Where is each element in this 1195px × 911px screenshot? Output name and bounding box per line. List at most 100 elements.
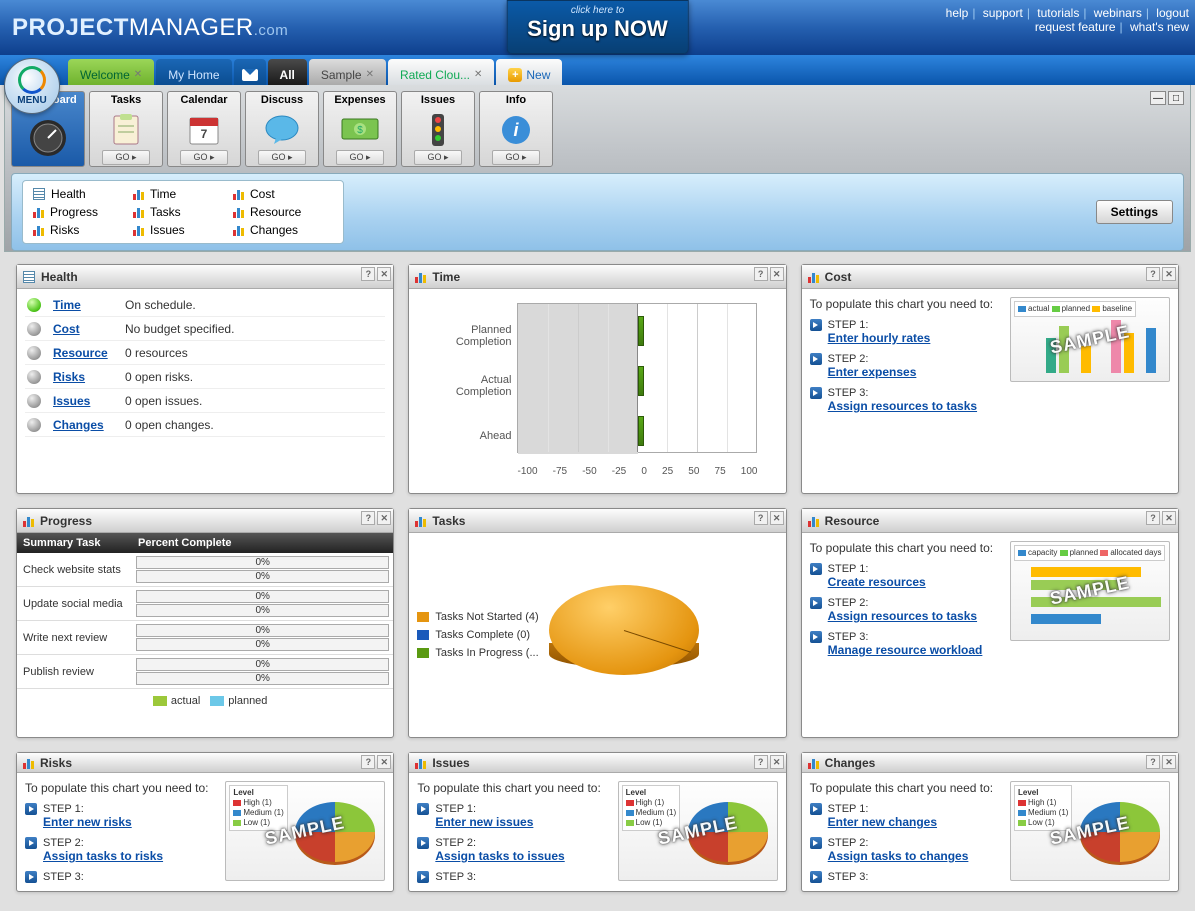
axis-label: Actual Completion [427,361,517,411]
go-button[interactable]: GO ▸ [492,150,539,165]
close-icon[interactable]: ✕ [770,511,784,525]
bar-actual [638,366,644,396]
link-enter-hourly-rates[interactable]: Enter hourly rates [828,331,931,345]
close-icon[interactable]: ✕ [474,69,482,80]
tab-welcome[interactable]: Welcome ✕ [68,59,154,85]
tab-rated[interactable]: Rated Clou...✕ [388,59,494,85]
tile-discuss[interactable]: Discuss GO ▸ [245,91,319,167]
help-icon[interactable]: ? [361,267,375,281]
close-icon[interactable]: ✕ [770,267,784,281]
help-icon[interactable]: ? [754,511,768,525]
go-button[interactable]: GO ▸ [258,150,305,165]
help-icon[interactable]: ? [754,755,768,769]
health-link-issues[interactable]: Issues [53,394,125,408]
tile-calendar[interactable]: Calendar 7 GO ▸ [167,91,241,167]
link-support[interactable]: support [983,6,1023,20]
opt-issues[interactable]: Issues [133,223,233,237]
close-icon[interactable]: ✕ [377,511,391,525]
close-icon[interactable]: ✕ [1162,755,1176,769]
close-icon[interactable]: ✕ [366,69,374,80]
thumb-legend: LevelHigh (1)Medium (1)Low (1) [1014,785,1072,831]
link-logout[interactable]: logout [1156,6,1189,20]
link-create-resources[interactable]: Create resources [828,575,926,589]
actual-bar: 0% [136,624,389,637]
health-link-resource[interactable]: Resource [53,346,125,360]
signup-banner[interactable]: click here to Sign up NOW [506,0,689,54]
tab-all[interactable]: All [268,59,307,85]
tab-mail[interactable] [234,59,266,85]
go-button[interactable]: GO ▸ [102,150,149,165]
link-manage-workload[interactable]: Manage resource workload [828,643,983,657]
link-assign-resources[interactable]: Assign resources to tasks [828,399,977,413]
tile-info[interactable]: Info i GO ▸ [479,91,553,167]
opt-tasks[interactable]: Tasks [133,205,233,219]
link-whats-new[interactable]: what's new [1130,20,1189,34]
opt-cost[interactable]: Cost [233,187,333,201]
link-enter-new-issues[interactable]: Enter new issues [435,815,533,829]
opt-health[interactable]: Health [33,187,133,201]
close-icon[interactable]: ✕ [377,267,391,281]
help-icon[interactable]: ? [754,267,768,281]
go-button[interactable]: GO ▸ [336,150,383,165]
panel-title: Tasks [432,514,465,528]
close-icon[interactable]: ✕ [134,69,142,80]
logo-manager: MANAGER [129,14,254,41]
help-icon[interactable]: ? [1146,511,1160,525]
link-enter-new-changes[interactable]: Enter new changes [828,815,937,829]
status-dot-gray [27,418,41,432]
arrow-icon [810,597,822,609]
tab-new[interactable]: +New [496,59,562,85]
go-button[interactable]: GO ▸ [180,150,227,165]
health-link-risks[interactable]: Risks [53,370,125,384]
close-icon[interactable]: ✕ [770,755,784,769]
tab-welcome-label: Welcome [80,68,130,82]
tasks-pie-chart [549,575,699,695]
close-icon[interactable]: ✕ [377,755,391,769]
close-icon[interactable]: ✕ [1162,267,1176,281]
tab-sample-label: Sample [321,68,362,82]
health-link-changes[interactable]: Changes [53,418,125,432]
tile-tasks[interactable]: Tasks GO ▸ [89,91,163,167]
tab-sample[interactable]: Sample ✕ [309,59,386,85]
settings-button[interactable]: Settings [1096,200,1173,224]
opt-time[interactable]: Time [133,187,233,201]
link-tutorials[interactable]: tutorials [1037,6,1079,20]
health-link-cost[interactable]: Cost [53,322,125,336]
bars-icon [23,757,34,769]
link-enter-expenses[interactable]: Enter expenses [828,365,917,379]
help-icon[interactable]: ? [361,755,375,769]
tab-my-home[interactable]: My Home [156,59,231,85]
changes-sample-thumb: LevelHigh (1)Medium (1)Low (1) SAMPLE [1010,781,1170,881]
link-webinars[interactable]: webinars [1094,6,1142,20]
risks-sample-thumb: LevelHigh (1)Medium (1)Low (1) SAMPLE [225,781,385,881]
help-icon[interactable]: ? [361,511,375,525]
link-assign-tasks-risks[interactable]: Assign tasks to risks [43,849,163,863]
opt-risks[interactable]: Risks [33,223,133,237]
help-icon[interactable]: ? [1146,267,1160,281]
go-button[interactable]: GO ▸ [414,150,461,165]
link-assign-tasks-changes[interactable]: Assign tasks to changes [828,849,969,863]
close-icon[interactable]: ✕ [1162,511,1176,525]
link-assign-resources-tasks[interactable]: Assign resources to tasks [828,609,977,623]
maximize-button[interactable]: □ [1168,91,1184,105]
arrow-icon [810,803,822,815]
status-dot-green [27,298,41,312]
help-icon[interactable]: ? [1146,755,1160,769]
link-request-feature[interactable]: request feature [1035,20,1116,34]
arrow-icon [810,563,822,575]
tile-issues[interactable]: Issues GO ▸ [401,91,475,167]
minimize-button[interactable]: ― [1150,91,1166,105]
panel-title: Progress [40,514,92,528]
opt-resource[interactable]: Resource [233,205,333,219]
opt-progress[interactable]: Progress [33,205,133,219]
actual-bar: 0% [136,556,389,569]
menu-button[interactable]: MENU [4,58,60,114]
tile-expenses[interactable]: Expenses $ GO ▸ [323,91,397,167]
tab-all-label: All [280,68,295,82]
link-help[interactable]: help [946,6,969,20]
dashboard-grid: Health ?✕ TimeOn schedule. CostNo budget… [0,252,1195,896]
health-link-time[interactable]: Time [53,298,125,312]
link-enter-new-risks[interactable]: Enter new risks [43,815,132,829]
opt-changes[interactable]: Changes [233,223,333,237]
link-assign-tasks-issues[interactable]: Assign tasks to issues [435,849,564,863]
